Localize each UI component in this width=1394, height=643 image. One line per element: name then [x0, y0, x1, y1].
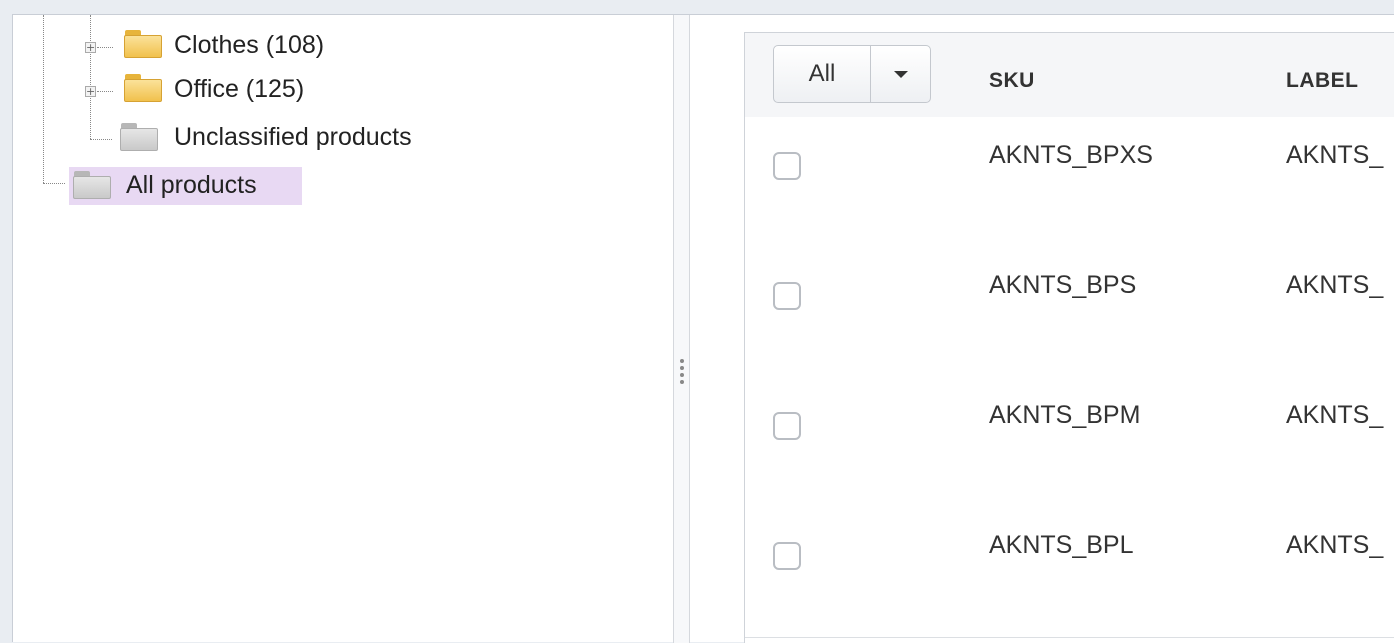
- table-row[interactable]: AKNTS_BPL AKNTS_: [745, 507, 1394, 638]
- select-all-dropdown[interactable]: All: [773, 45, 931, 103]
- folder-icon: [120, 123, 158, 151]
- folder-icon: [73, 171, 111, 199]
- tree-item-label: Clothes (108): [174, 31, 325, 59]
- tree-item-label: All products: [126, 171, 257, 199]
- tree-connector: [97, 47, 113, 48]
- cell-label: AKNTS_: [1286, 271, 1384, 299]
- table-row[interactable]: AKNTS_BPS AKNTS_: [745, 247, 1394, 378]
- tree-connector: [43, 183, 65, 184]
- table-row[interactable]: AKNTS_BPM AKNTS_: [745, 377, 1394, 508]
- folder-icon: [124, 30, 162, 58]
- grid-header: All SKU LABEL: [745, 33, 1394, 118]
- cell-sku: AKNTS_BPL: [989, 531, 1134, 559]
- expand-icon[interactable]: +: [85, 86, 96, 97]
- tree-connector: [90, 139, 112, 140]
- expand-icon[interactable]: +: [85, 42, 96, 53]
- tree-item-label: Office (125): [174, 75, 305, 103]
- cell-sku: AKNTS_BPXS: [989, 141, 1153, 169]
- tree-connector: [97, 91, 113, 92]
- panel-splitter[interactable]: [673, 15, 690, 643]
- cell-label: AKNTS_: [1286, 401, 1384, 429]
- drag-handle-icon[interactable]: [680, 359, 684, 387]
- row-checkbox[interactable]: [773, 152, 801, 180]
- column-header-label[interactable]: LABEL: [1286, 69, 1359, 93]
- product-grid: All SKU LABEL AKNTS_BPXS AKNTS_ AKNTS_BP…: [744, 32, 1394, 643]
- caret-down-icon[interactable]: [870, 46, 930, 102]
- tree-connector: [43, 15, 44, 183]
- category-tree: + Clothes (108) + Office (125) Unclassif…: [13, 15, 673, 643]
- tree-item-label: Unclassified products: [174, 123, 412, 151]
- row-checkbox[interactable]: [773, 282, 801, 310]
- cell-sku: AKNTS_BPM: [989, 401, 1141, 429]
- table-row[interactable]: AKNTS_BPXS AKNTS_: [745, 117, 1394, 248]
- tree-connector: [90, 15, 91, 139]
- row-checkbox[interactable]: [773, 542, 801, 570]
- cell-label: AKNTS_: [1286, 141, 1384, 169]
- row-checkbox[interactable]: [773, 412, 801, 440]
- select-all-button[interactable]: All: [774, 46, 871, 102]
- column-header-sku[interactable]: SKU: [989, 69, 1035, 93]
- cell-label: AKNTS_: [1286, 531, 1384, 559]
- app-frame: + Clothes (108) + Office (125) Unclassif…: [12, 14, 1394, 643]
- folder-icon: [124, 74, 162, 102]
- cell-sku: AKNTS_BPS: [989, 271, 1137, 299]
